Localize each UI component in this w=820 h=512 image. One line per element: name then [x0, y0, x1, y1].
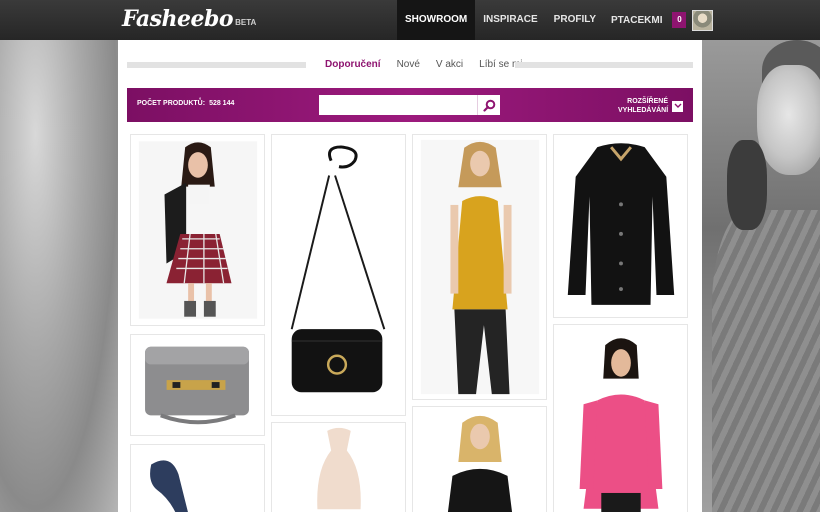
product-image [447, 415, 513, 512]
tabs-divider-right [515, 62, 693, 68]
user-menu: PTACEKMI 0 [611, 0, 714, 40]
product-image [317, 427, 361, 510]
product-card[interactable] [553, 324, 688, 512]
search-input[interactable] [319, 95, 477, 115]
advanced-search-label-1: ROZŠÍŘENÉ [627, 98, 668, 105]
search-bar: POČET PRODUKTŮ: 528 144 ROZŠÍŘENÉ VYHLEDÁ… [127, 88, 693, 122]
background-scarf [712, 210, 820, 512]
background-face [757, 65, 820, 175]
logo[interactable]: Fasheebo BETA [122, 6, 256, 32]
product-card[interactable] [412, 406, 547, 512]
background-photo-right [702, 40, 820, 512]
product-count-label: POČET PRODUKTŮ: [137, 100, 206, 107]
product-card[interactable] [271, 422, 406, 512]
product-card[interactable] [130, 444, 265, 512]
background-hand [727, 140, 767, 230]
nav-profily[interactable]: PROFILY [546, 0, 604, 40]
product-image [138, 141, 258, 319]
logo-text: Fasheebo [122, 6, 234, 32]
product-card[interactable] [130, 134, 265, 326]
search-icon [482, 99, 495, 112]
product-card[interactable] [130, 334, 265, 436]
tab-v-akci[interactable]: V akci [428, 58, 471, 72]
advanced-search-label: ROZŠÍŘENÉ VYHLEDÁVÁNÍ [618, 97, 668, 115]
top-bar: Fasheebo BETA SHOWROOM INSPIRACE PROFILY… [0, 0, 820, 40]
product-image [567, 143, 675, 305]
product-card[interactable] [271, 134, 406, 416]
tabs-list: Doporučení Nové V akci Líbí se mi [317, 58, 531, 72]
main-nav: SHOWROOM INSPIRACE PROFILY [397, 0, 604, 40]
product-card[interactable] [553, 134, 688, 318]
product-count: POČET PRODUKTŮ: 528 144 [137, 100, 234, 107]
tabs-divider-left [127, 62, 306, 68]
product-image [579, 338, 663, 512]
product-count-value: 528 144 [209, 100, 235, 107]
nav-showroom[interactable]: SHOWROOM [397, 0, 476, 40]
chevron-down-icon [672, 100, 683, 112]
product-image [145, 346, 249, 425]
advanced-search-label-2: VYHLEDÁVÁNÍ [618, 107, 669, 114]
filter-tabs: Doporučení Nové V akci Líbí se mi [127, 58, 693, 72]
tab-nove[interactable]: Nové [389, 58, 428, 72]
tab-doporuceni[interactable]: Doporučení [317, 58, 389, 72]
avatar[interactable] [692, 9, 714, 31]
advanced-search[interactable]: ROZŠÍŘENÉ VYHLEDÁVÁNÍ [618, 97, 683, 115]
search-button[interactable] [477, 95, 500, 115]
username-link[interactable]: PTACEKMI [611, 15, 662, 26]
notification-badge[interactable]: 0 [672, 12, 687, 28]
background-photo-left [0, 40, 118, 512]
beta-label: BETA [235, 18, 257, 27]
product-image [150, 460, 188, 512]
product-card[interactable] [412, 134, 547, 400]
nav-inspirace[interactable]: INSPIRACE [475, 0, 545, 40]
product-image [290, 145, 386, 393]
product-image [420, 139, 540, 395]
main-panel: Doporučení Nové V akci Líbí se mi POČET … [118, 40, 702, 512]
